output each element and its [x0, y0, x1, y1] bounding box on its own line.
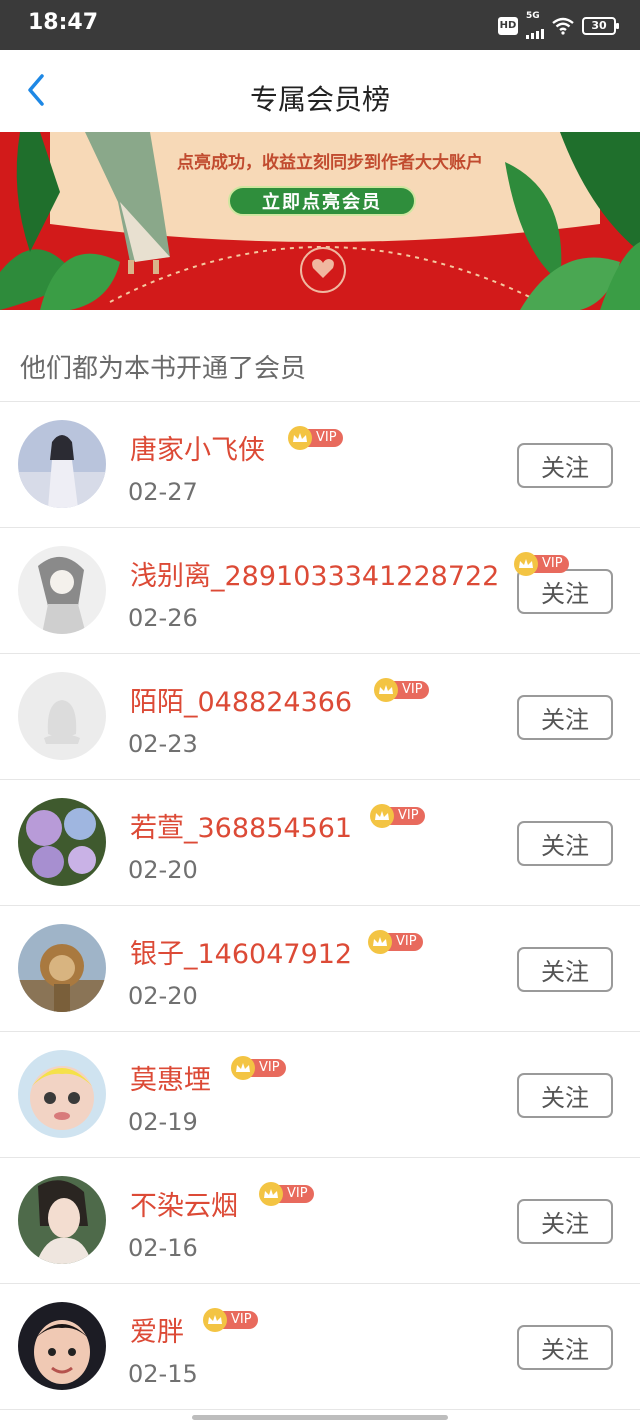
member-name[interactable]: 陌陌_048824366: [130, 680, 352, 719]
avatar[interactable]: [18, 546, 106, 634]
member-name[interactable]: 银子_146047912: [130, 932, 352, 971]
vip-badge: VIP: [203, 1308, 258, 1332]
vip-badge: VIP: [259, 1182, 314, 1206]
follow-button[interactable]: 关注: [517, 1325, 613, 1370]
join-date: 02-16: [128, 1234, 198, 1262]
avatar[interactable]: [18, 1050, 106, 1138]
activate-membership-button[interactable]: 立即点亮会员: [228, 186, 416, 216]
member-name[interactable]: 浅别离_2891033341228722: [130, 554, 499, 593]
crown-icon: [231, 1056, 255, 1080]
list-item[interactable]: 若萱_368854561 VIP 02-20 关注: [0, 780, 640, 906]
vip-badge: VIP: [514, 552, 569, 576]
join-date: 02-26: [128, 604, 198, 632]
section-title: 他们都为本书开通了会员: [20, 354, 307, 384]
list-item[interactable]: 浅别离_2891033341228722 02-26 关注 VIP: [0, 528, 640, 654]
home-indicator[interactable]: [192, 1415, 448, 1420]
avatar[interactable]: [18, 1302, 106, 1390]
follow-button[interactable]: 关注: [517, 1199, 613, 1244]
avatar[interactable]: [18, 798, 106, 886]
join-date: 02-20: [128, 982, 198, 1010]
member-list: 唐家小飞侠 VIP 02-27 关注 浅别离_2891033341228722 …: [0, 402, 640, 1410]
join-date: 02-23: [128, 730, 198, 758]
follow-button[interactable]: 关注: [517, 695, 613, 740]
vip-badge: VIP: [288, 426, 343, 450]
hd-icon: HD: [498, 16, 518, 35]
battery-icon: 30: [582, 16, 619, 35]
member-name[interactable]: 唐家小飞侠: [130, 428, 265, 467]
list-item[interactable]: 莫惠堙 VIP 02-19 关注: [0, 1032, 640, 1158]
nav-bar: 专属会员榜: [0, 50, 640, 132]
membership-banner[interactable]: 点亮成功，收益立刻同步到作者大大账户 立即点亮会员: [0, 132, 640, 310]
follow-button[interactable]: 关注: [517, 821, 613, 866]
list-item[interactable]: 陌陌_048824366 VIP 02-23 关注: [0, 654, 640, 780]
list-item[interactable]: 银子_146047912 VIP 02-20 关注: [0, 906, 640, 1032]
wifi-icon: [552, 17, 574, 35]
follow-button[interactable]: 关注: [517, 947, 613, 992]
follow-button[interactable]: 关注: [517, 443, 613, 488]
status-bar: 18:47 HD 5G 30: [0, 0, 640, 50]
section-header: 他们都为本书开通了会员: [0, 310, 640, 402]
vip-badge: VIP: [374, 678, 429, 702]
follow-button[interactable]: 关注: [517, 1073, 613, 1118]
member-name[interactable]: 爱胖: [130, 1310, 184, 1349]
crown-icon: [374, 678, 398, 702]
status-icons: HD 5G 30: [498, 12, 619, 39]
avatar[interactable]: [18, 420, 106, 508]
avatar[interactable]: [18, 924, 106, 1012]
join-date: 02-19: [128, 1108, 198, 1136]
list-item[interactable]: 唐家小飞侠 VIP 02-27 关注: [0, 402, 640, 528]
banner-text: 点亮成功，收益立刻同步到作者大大账户: [177, 153, 483, 173]
crown-icon: [514, 552, 538, 576]
join-date: 02-15: [128, 1360, 198, 1388]
member-name[interactable]: 不染云烟: [130, 1184, 238, 1223]
avatar[interactable]: [18, 1176, 106, 1264]
list-item[interactable]: 爱胖 VIP 02-15 关注: [0, 1284, 640, 1410]
vip-badge: VIP: [370, 804, 425, 828]
page-title: 专属会员榜: [249, 83, 390, 116]
vip-badge: VIP: [368, 930, 423, 954]
crown-icon: [288, 426, 312, 450]
crown-icon: [368, 930, 392, 954]
crown-icon: [370, 804, 394, 828]
crown-icon: [259, 1182, 283, 1206]
join-date: 02-20: [128, 856, 198, 884]
member-name[interactable]: 若萱_368854561: [130, 806, 352, 845]
join-date: 02-27: [128, 478, 198, 506]
vip-badge: VIP: [231, 1056, 286, 1080]
signal-icon: 5G: [526, 12, 544, 39]
member-name[interactable]: 莫惠堙: [130, 1058, 211, 1097]
crown-icon: [203, 1308, 227, 1332]
avatar[interactable]: [18, 672, 106, 760]
list-item[interactable]: 不染云烟 VIP 02-16 关注: [0, 1158, 640, 1284]
status-time: 18:47: [28, 10, 99, 35]
